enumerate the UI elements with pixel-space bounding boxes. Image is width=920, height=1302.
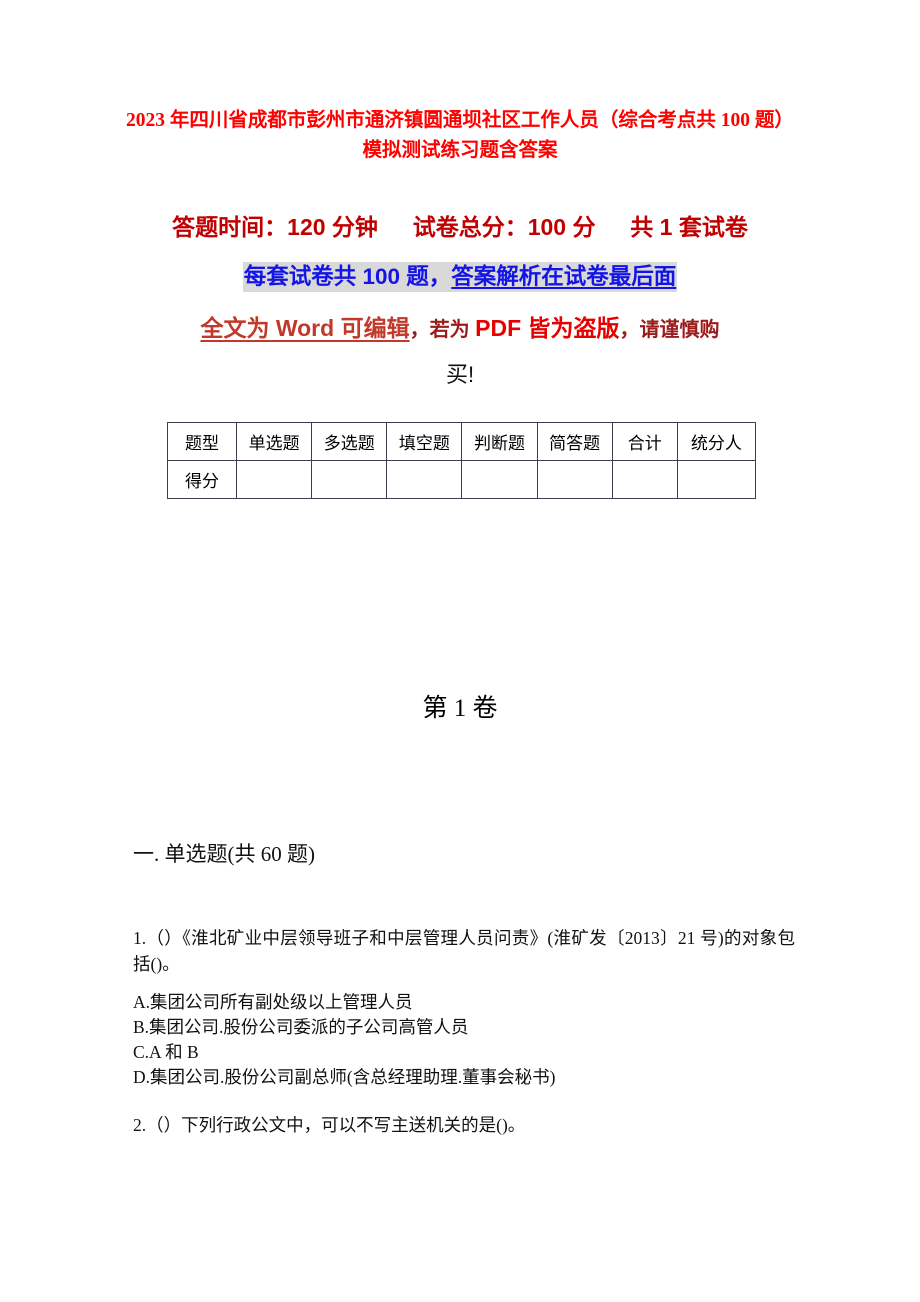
question-2-stem: 2.（）下列行政公文中，可以不写主送机关的是()。 — [133, 1115, 526, 1135]
notice-shaded-wrapper: 每套试卷共 100 题，答案解析在试卷最后面 — [242, 262, 678, 292]
score-table: 题型 单选题 多选题 填空题 判断题 简答题 合计 统分人 得分 — [166, 422, 757, 499]
table-header-scorer: 统分人 — [676, 422, 757, 461]
question-1-option-d[interactable]: D.集团公司.股份公司副总师(含总经理助理.董事会秘书) — [133, 1065, 795, 1090]
document-title-line-1: 2023 年四川省成都市彭州市通济镇圆通坝社区工作人员（综合考点共 100 题） — [126, 110, 794, 131]
question-1-option-a[interactable]: A.集团公司所有副处级以上管理人员 — [133, 990, 795, 1015]
table-header-total: 合计 — [611, 422, 678, 461]
warning-buy-text: 买! — [445, 362, 475, 387]
question-1-stem: 1.（）《淮北矿业中层领导班子和中层管理人员问责》(淮矿发〔2013〕21 号)… — [133, 928, 795, 974]
table-header-type: 题型 — [166, 422, 238, 461]
score-cell-scorer[interactable] — [676, 460, 757, 499]
warning-caution-purchase: ，请谨慎购 — [619, 319, 720, 341]
document-title: 2023 年四川省成都市彭州市通济镇圆通坝社区工作人员（综合考点共 100 题）… — [120, 106, 800, 166]
exam-info-line: 答题时间：120 分钟 试卷总分：100 分 共 1 套试卷 — [120, 210, 800, 244]
score-cell-true-false[interactable] — [461, 460, 538, 499]
table-header-multi-choice: 多选题 — [311, 422, 388, 461]
notice-question-count: 每套试卷共 100 题， — [243, 264, 452, 289]
table-row-headers: 题型 单选题 多选题 填空题 判断题 简答题 合计 统分人 — [166, 422, 757, 461]
document-title-line-2: 模拟测试练习题含答案 — [362, 140, 558, 161]
table-header-fill-blank: 填空题 — [386, 422, 463, 461]
table-row-label-score: 得分 — [166, 460, 238, 499]
table-header-single-choice: 单选题 — [236, 422, 313, 461]
warning-word-editable: 全文为 Word 可编辑 — [200, 315, 410, 341]
warning-connector: ，若为 — [409, 319, 476, 341]
question-1-options: A.集团公司所有副处级以上管理人员 B.集团公司.股份公司委派的子公司高管人员 … — [133, 990, 795, 1090]
score-cell-single-choice[interactable] — [236, 460, 313, 499]
table-header-true-false: 判断题 — [461, 422, 538, 461]
exam-time-label: 答题时间：120 分钟 — [172, 214, 378, 240]
section-heading-single-choice: 一. 单选题(共 60 题) — [133, 842, 315, 866]
score-cell-total[interactable] — [611, 460, 678, 499]
score-cell-multi-choice[interactable] — [311, 460, 388, 499]
question-1-option-b[interactable]: B.集团公司.股份公司委派的子公司高管人员 — [133, 1015, 795, 1040]
exam-set-count-label: 共 1 套试卷 — [630, 214, 748, 240]
document-page: 2023 年四川省成都市彭州市通济镇圆通坝社区工作人员（综合考点共 100 题）… — [0, 0, 920, 1302]
volume-heading: 第 1 卷 — [422, 695, 498, 722]
question-list: 1.（）《淮北矿业中层领导班子和中层管理人员问责》(淮矿发〔2013〕21 号)… — [133, 925, 795, 1151]
warning-buy-line: 买! — [120, 352, 800, 397]
table-header-short-answer: 简答题 — [536, 422, 613, 461]
question-item-1: 1.（）《淮北矿业中层领导班子和中层管理人员问责》(淮矿发〔2013〕21 号)… — [133, 925, 795, 1090]
table-row-score: 得分 — [166, 460, 757, 499]
question-1-option-c[interactable]: C.A 和 B — [133, 1040, 795, 1065]
question-item-2: 2.（）下列行政公文中，可以不写主送机关的是()。 — [133, 1112, 795, 1138]
score-cell-fill-blank[interactable] — [386, 460, 463, 499]
score-cell-short-answer[interactable] — [536, 460, 613, 499]
warning-pdf-pirated: PDF 皆为盗版 — [475, 315, 620, 341]
piracy-warning-block: 全文为 Word 可编辑，若为 PDF 皆为盗版，请谨慎购 买! — [120, 306, 800, 397]
notice-answer-location: 答案解析在试卷最后面 — [451, 264, 677, 289]
exam-total-score-label: 试卷总分：100 分 — [412, 214, 596, 240]
answer-location-notice: 每套试卷共 100 题，答案解析在试卷最后面 — [120, 258, 800, 296]
